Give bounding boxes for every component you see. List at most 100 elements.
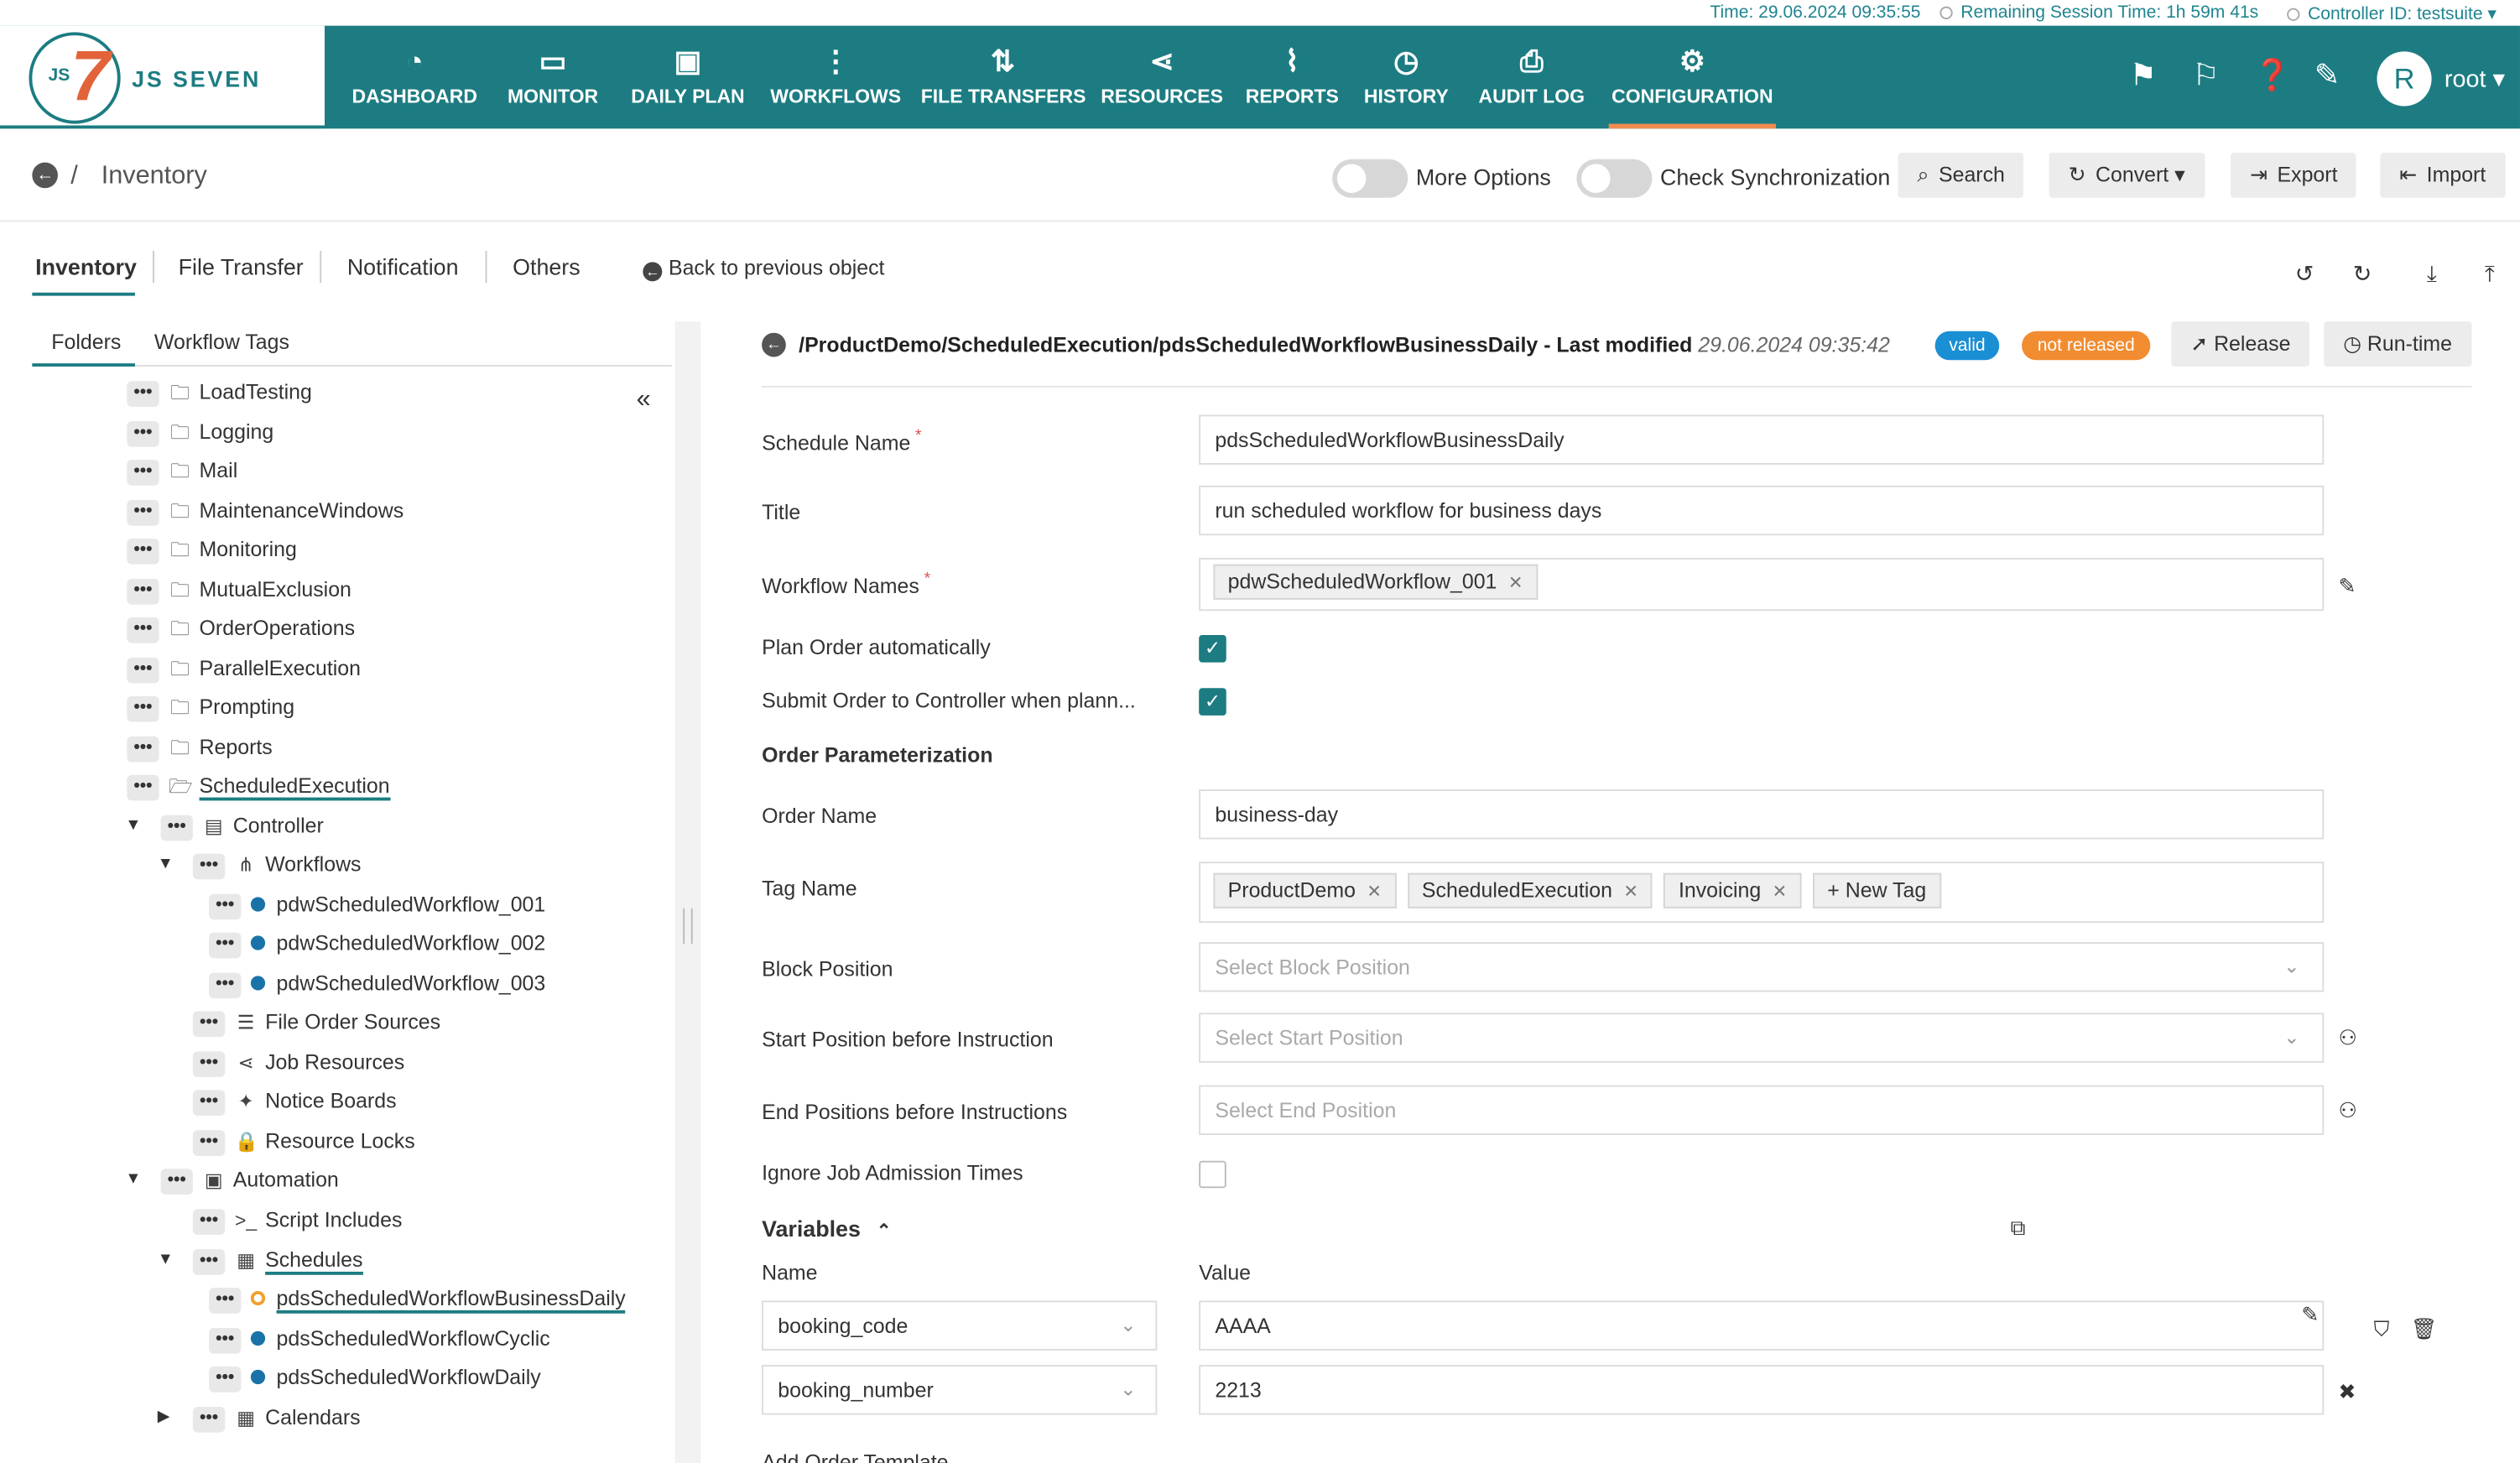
submit-order-checkbox[interactable]: ✓ (1199, 688, 1226, 716)
logo[interactable]: JS 7 JS SEVEN (0, 25, 325, 129)
tree-folder[interactable]: ••• 🗀 OrderOperations (127, 611, 355, 646)
nav-history[interactable]: ◷ HISTORY (1358, 26, 1455, 129)
workflow-chip[interactable]: pdwScheduledWorkflow_001 ✕ (1213, 564, 1538, 600)
tab-notification[interactable]: Notification (347, 254, 459, 280)
tree-folder[interactable]: ••• 🗀 LoadTesting (127, 375, 312, 410)
variable-value-field[interactable]: AAAA (1199, 1300, 2325, 1351)
variable-name-select[interactable]: booking_number ⌄ (762, 1365, 1158, 1415)
flag-icon[interactable]: ⚑ (2129, 58, 2157, 96)
runtime-button[interactable]: ◷ Run-time (2324, 321, 2471, 367)
tree-folder-selected[interactable]: ••• 🗁 ScheduledExecution (127, 768, 390, 804)
tree-resource-locks[interactable]: ••• 🔒 Resource Locks (192, 1124, 415, 1159)
tag-name-field[interactable]: ProductDemo ✕ ScheduledExecution ✕ Invoicing… (1199, 862, 2325, 924)
tree-workflow-item[interactable]: ••• pdwScheduledWorkflow_003 (209, 966, 545, 1002)
tag-chip[interactable]: Invoicing ✕ (1664, 872, 1802, 909)
nav-daily-plan[interactable]: ▣ DAILY PLAN (623, 26, 752, 129)
tree-calendars[interactable]: ▶ ••• ▦ Calendars (158, 1400, 361, 1435)
export-button[interactable]: ⇥ Export (2231, 153, 2357, 198)
start-position-select[interactable]: Select Start Position ⌄ (1199, 1013, 2325, 1063)
avatar[interactable]: R (2377, 51, 2432, 107)
resize-grip[interactable] (683, 908, 693, 944)
user-menu[interactable]: root ▾ (2445, 65, 2505, 94)
order-name-field[interactable]: business-day (1199, 789, 2325, 840)
search-button[interactable]: ⌕ Search (1898, 153, 2024, 198)
nav-configuration[interactable]: ⚙ CONFIGURATION (1608, 26, 1776, 129)
trash-icon[interactable]: 🗑 (2411, 1317, 2438, 1343)
import-button[interactable]: ⇤ Import (2380, 153, 2506, 198)
close-icon[interactable]: ✖ (2338, 1379, 2356, 1405)
schedule-name-field[interactable]: pdsScheduledWorkflowBusinessDaily (1199, 414, 2325, 465)
tree-workflow-item[interactable]: ••• pdwScheduledWorkflow_001 (209, 888, 545, 923)
tree-folder[interactable]: ••• 🗀 MutualExclusion (127, 572, 351, 607)
pencil-icon[interactable]: ✎ (2338, 574, 2356, 600)
remove-icon[interactable]: ✕ (1508, 574, 1523, 593)
workflow-names-field[interactable]: pdwScheduledWorkflow_001 ✕ (1199, 558, 2325, 612)
release-button[interactable]: ➚ Release (2171, 321, 2310, 367)
nav-resources[interactable]: ⋖ RESOURCES (1099, 26, 1224, 129)
tree-job-resources[interactable]: ••• ⋖ Job Resources (192, 1045, 404, 1080)
back-arrow-icon[interactable]: ← (32, 162, 58, 189)
tree-workflows[interactable]: ▼ ••• ⋔ Workflows (158, 847, 362, 882)
tree-automation[interactable]: ▼ ••• ▣ Automation (125, 1163, 339, 1198)
variables-heading[interactable]: Variables ⌃ (762, 1216, 891, 1242)
tree-folder[interactable]: ••• 🗀 Reports (127, 730, 273, 765)
copy-icon[interactable]: ⧉ (2011, 1216, 2026, 1242)
end-positions-select[interactable]: Select End Position (1199, 1085, 2325, 1136)
collapse-sidebar-icon[interactable]: « (637, 386, 651, 414)
add-order-template-link[interactable]: Add Order Template (762, 1450, 948, 1463)
more-options-toggle[interactable] (1332, 159, 1408, 198)
tree-script-includes[interactable]: ••• >_ Script Includes (192, 1203, 402, 1238)
download-icon[interactable]: ⤓ (2427, 260, 2437, 288)
tree-schedules[interactable]: ▼ ••• ▦ Schedules (158, 1242, 363, 1278)
tree-schedule-item[interactable]: ••• pdsScheduledWorkflowDaily (209, 1360, 541, 1395)
nav-monitor[interactable]: ▭ MONITOR (495, 26, 611, 129)
tag-chip[interactable]: ProductDemo ✕ (1213, 872, 1397, 909)
tree-file-order-sources[interactable]: ••• ☰ File Order Sources (192, 1005, 440, 1040)
tree-controller[interactable]: ▼ ••• ▤ Controller (125, 809, 324, 844)
tree-notice-boards[interactable]: ••• ✦ Notice Boards (192, 1084, 397, 1119)
nav-file-transfers[interactable]: ⇅ FILE TRANSFERS (921, 26, 1086, 129)
convert-button[interactable]: ↻ Convert ▾ (2049, 153, 2205, 198)
nav-workflows[interactable]: ⋮ WORKFLOWS (767, 26, 905, 129)
flag-gear-icon[interactable]: ⚐ (2192, 58, 2220, 96)
redo-icon[interactable]: ↻ (2353, 260, 2372, 288)
edit-icon[interactable]: ✎ (2301, 1302, 2319, 1328)
nav-audit-log[interactable]: ⎙ AUDIT LOG (1471, 26, 1593, 129)
language-icon[interactable]: ✎ (2314, 58, 2340, 96)
hierarchy-icon[interactable]: ⚇ (2338, 1098, 2356, 1124)
tree-folder[interactable]: ••• 🗀 Monitoring (127, 532, 297, 567)
tab-workflow-tags[interactable]: Workflow Tags (154, 330, 289, 354)
shield-icon[interactable]: ⛉ (2374, 1317, 2390, 1343)
tree-folder[interactable]: ••• 🗀 Prompting (127, 690, 294, 725)
back-to-previous-link[interactable]: ← Back to previous object (643, 256, 884, 282)
controller-id[interactable]: Controller ID: testsuite ▾ (2287, 3, 2497, 24)
variable-value-field[interactable]: 2213 (1199, 1365, 2325, 1415)
reload-icon[interactable]: ↺ (2295, 260, 2314, 288)
tree-schedule-item[interactable]: ••• pdsScheduledWorkflowCyclic (209, 1321, 550, 1356)
tab-file-transfer[interactable]: File Transfer (179, 254, 304, 280)
hierarchy-icon[interactable]: ⚇ (2338, 1026, 2356, 1052)
tree-folder[interactable]: ••• 🗀 ParallelExecution (127, 651, 361, 686)
tree-folder[interactable]: ••• 🗀 Logging (127, 414, 273, 450)
tab-folders[interactable]: Folders (51, 330, 121, 354)
help-icon[interactable]: ❓ (2253, 58, 2291, 96)
title-field[interactable]: run scheduled workflow for business days (1199, 485, 2325, 536)
new-tag-button[interactable]: + New Tag (1812, 872, 1941, 909)
upload-icon[interactable]: ⤒ (2485, 260, 2495, 288)
tag-chip[interactable]: ScheduledExecution ✕ (1407, 872, 1653, 909)
tree-folder[interactable]: ••• 🗀 MaintenanceWindows (127, 493, 404, 528)
ignore-admission-checkbox[interactable] (1199, 1160, 1226, 1189)
nav-reports[interactable]: ⌇ REPORTS (1241, 26, 1344, 129)
tree-schedule-item-selected[interactable]: ••• pdsScheduledWorkflowBusinessDaily (209, 1281, 626, 1316)
plan-order-checkbox[interactable]: ✓ (1199, 635, 1226, 663)
tree-folder[interactable]: ••• 🗀 Mail (127, 453, 237, 488)
tab-others[interactable]: Others (513, 254, 580, 280)
tree-workflow-item[interactable]: ••• pdwScheduledWorkflow_002 (209, 926, 545, 961)
sidebar-resizer[interactable] (674, 321, 701, 1463)
variable-name-select[interactable]: booking_code ⌄ (762, 1300, 1158, 1351)
back-arrow-icon[interactable]: ← (762, 332, 786, 357)
block-position-select[interactable]: Select Block Position ⌄ (1199, 942, 2325, 992)
check-sync-toggle[interactable] (1576, 159, 1653, 198)
nav-dashboard[interactable]: ◔ DASHBOARD (341, 26, 488, 129)
tab-inventory[interactable]: Inventory (35, 254, 137, 280)
